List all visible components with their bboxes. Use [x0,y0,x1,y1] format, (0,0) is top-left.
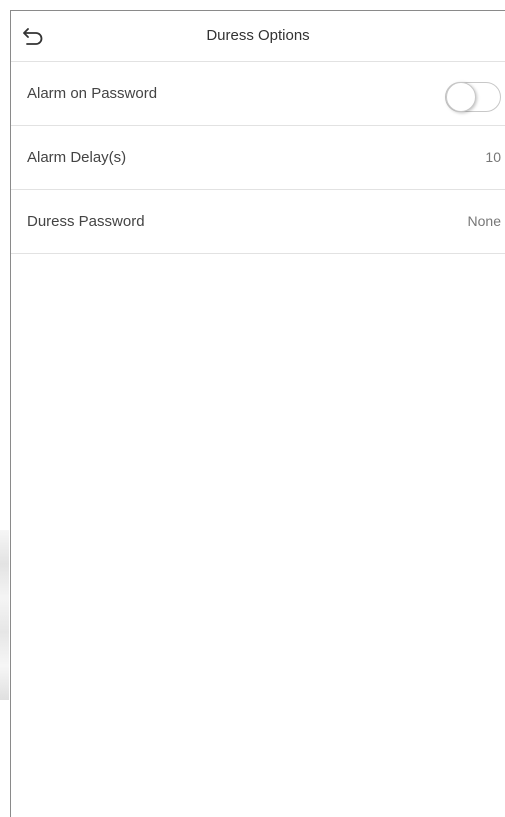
duress-password-label: Duress Password [27,213,145,230]
toggle-knob [446,82,476,112]
alarm-delay-value: 10 [485,149,501,165]
page-title: Duress Options [206,27,310,44]
alarm-on-password-row[interactable]: Alarm on Password [11,62,505,126]
duress-password-value: None [467,213,501,229]
alarm-delay-row[interactable]: Alarm Delay(s) 10 [11,126,505,190]
page: Duress Options Alarm on Password Alarm D… [0,0,505,817]
alarm-on-password-toggle[interactable] [445,82,501,112]
header-bar: Duress Options [11,11,505,62]
alarm-on-password-label: Alarm on Password [27,85,158,102]
scan-artifact [0,530,9,700]
duress-options-screen: Duress Options Alarm on Password Alarm D… [10,10,505,817]
duress-password-row[interactable]: Duress Password None [11,190,505,254]
alarm-delay-label: Alarm Delay(s) [27,149,127,166]
